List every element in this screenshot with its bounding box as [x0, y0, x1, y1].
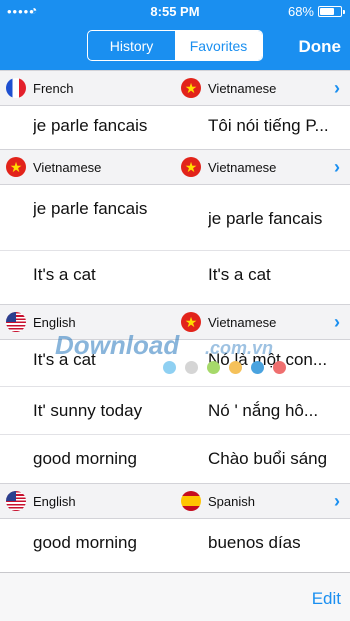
bottom-toolbar: Edit [0, 572, 350, 621]
list-item[interactable]: je parle fancais je parle fancais [0, 185, 350, 251]
translated-phrase: Chào buổi sáng [208, 449, 328, 468]
source-phrase: good morning [33, 449, 137, 468]
chevron-right-icon[interactable]: › [334, 491, 340, 512]
source-phrase: je parle fancais [33, 199, 148, 218]
source-phrase: It's a cat [33, 350, 96, 369]
language-pair-header[interactable]: French ★ Vietnamese › [0, 70, 350, 106]
translated-phrase: Nó ' nắng hô... [208, 401, 319, 420]
source-phrase: je parle fancais [33, 116, 148, 135]
translated-phrase: Tôi nói tiếng P... [208, 116, 329, 135]
language-pair-header[interactable]: English ★ Vietnamese › [0, 304, 350, 340]
navigation-bar: ••••• ◔ 8:55 PM 68% History Favorites Do… [0, 0, 350, 70]
flag-vietnam-icon: ★ [181, 78, 201, 98]
list-item[interactable]: It's a cat It's a cat [0, 251, 350, 304]
source-phrase: It's a cat [33, 265, 96, 284]
tab-history[interactable]: History [88, 31, 175, 60]
source-phrase: It' sunny today [33, 401, 143, 420]
flag-vietnam-icon: ★ [181, 312, 201, 332]
tab-favorites[interactable]: Favorites [175, 31, 262, 60]
battery-percentage: 68% [287, 4, 314, 19]
source-phrase: good morning [33, 533, 137, 552]
list-item[interactable]: It's a cat Nó là một con... [0, 340, 350, 387]
target-language-label: Spanish [208, 494, 255, 509]
list-item[interactable]: good morning buenos días [0, 519, 350, 567]
list-item[interactable]: je parle fancais Tôi nói tiếng P... [0, 106, 350, 149]
chevron-right-icon[interactable]: › [334, 78, 340, 99]
target-language-label: Vietnamese [208, 81, 277, 96]
source-language-label: Vietnamese [33, 160, 102, 175]
flag-spain-icon [181, 491, 201, 511]
source-language-label: English [33, 494, 76, 509]
favorites-list: French ★ Vietnamese › je parle fancais T… [0, 70, 350, 567]
flag-usa-icon [6, 491, 26, 511]
status-bar: ••••• ◔ 8:55 PM 68% [0, 0, 350, 22]
translated-phrase: buenos días [208, 533, 301, 552]
battery-icon [318, 6, 345, 17]
source-language-label: English [33, 315, 76, 330]
target-language-label: Vietnamese [208, 160, 277, 175]
flag-usa-icon [6, 312, 26, 332]
chevron-right-icon[interactable]: › [334, 312, 340, 333]
edit-button[interactable]: Edit [312, 589, 341, 609]
history-favorites-segmented-control[interactable]: History Favorites [87, 30, 263, 61]
list-item[interactable]: It' sunny today Nó ' nắng hô... [0, 387, 350, 435]
list-item[interactable]: good morning Chào buổi sáng [0, 435, 350, 483]
chevron-right-icon[interactable]: › [334, 157, 340, 178]
flag-france-icon [6, 78, 26, 98]
language-pair-header[interactable]: English Spanish › [0, 483, 350, 519]
source-language-label: French [33, 81, 74, 96]
translated-phrase: Nó là một con... [208, 350, 328, 369]
flag-vietnam-icon: ★ [6, 157, 26, 177]
language-pair-header[interactable]: ★ Vietnamese ★ Vietnamese › [0, 149, 350, 185]
translated-phrase: je parle fancais [208, 209, 323, 228]
flag-vietnam-icon: ★ [181, 157, 201, 177]
target-language-label: Vietnamese [208, 315, 277, 330]
done-button[interactable]: Done [299, 37, 342, 57]
translated-phrase: It's a cat [208, 265, 271, 284]
